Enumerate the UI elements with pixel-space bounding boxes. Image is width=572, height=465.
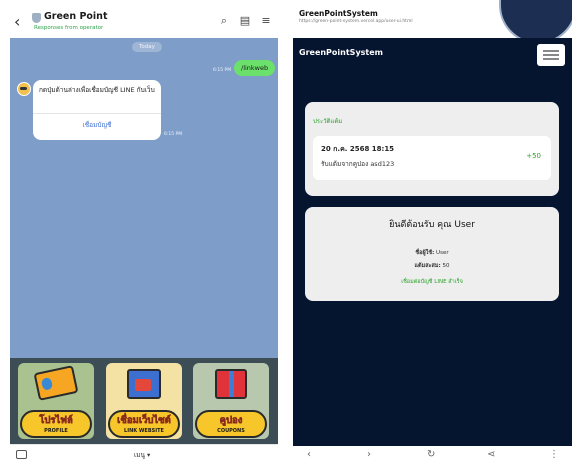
bot-avatar[interactable] — [17, 82, 31, 96]
rich-menu-profile[interactable]: โปรไฟล์ PROFILE — [18, 363, 94, 439]
shield-icon — [32, 13, 41, 23]
rich-menu-link-website[interactable]: เชื่อมเว็บไซต์ LINK WEBSITE — [106, 363, 182, 439]
link-website-label-th: เชื่อมเว็บไซต์ — [117, 415, 171, 427]
hamburger-menu-button[interactable] — [537, 44, 565, 66]
welcome-title: ยินดีต้อนรับ คุณ User — [389, 220, 475, 230]
chat-title: Green Point — [44, 11, 108, 22]
history-title: ประวัติแต้ม — [313, 118, 343, 125]
notes-icon[interactable]: ▤ — [239, 14, 251, 28]
profile-label-th: โปรไฟล์ — [39, 415, 73, 427]
share-icon[interactable]: ⋖ — [487, 449, 495, 460]
chat-header: ‹ Green Point Responses from operator ⌕ … — [10, 8, 278, 38]
welcome-card: ยินดีต้อนรับ คุณ User ชื่อผู้ใช้: User แ… — [305, 207, 559, 301]
forward-icon[interactable]: › — [367, 449, 371, 460]
username-value: User — [436, 250, 449, 256]
user-message-bubble[interactable]: /linkweb — [234, 60, 276, 76]
line-chat-screen: ‹ Green Point Responses from operator ⌕ … — [10, 0, 278, 465]
chat-footer: เมนู ▾ — [10, 444, 278, 465]
profile-label-en: PROFILE — [44, 428, 68, 434]
points-row: แต้มสะสม: 50 — [305, 262, 559, 270]
chat-area[interactable]: Today 6:15 PM /linkweb กดปุ่มด้านล่างเพื… — [10, 38, 278, 358]
history-date: 20 ก.ค. 2568 18:15 — [321, 145, 395, 153]
username-label: ชื่อผู้ใช้: — [415, 250, 435, 256]
bubble-divider — [33, 113, 161, 114]
browser-tab-title: GreenPointSystem — [299, 9, 378, 18]
user-message-time: 6:15 PM — [213, 68, 232, 73]
chat-subtitle: Responses from operator — [34, 25, 104, 31]
history-description: รับแต้มจากคูปอง asd123 — [321, 160, 395, 168]
website-link-icon — [127, 369, 161, 399]
browser-nav-bar: ‹ › ↻ ⋖ ⋮ — [293, 446, 572, 465]
web-page: GreenPointSystem ประวัติแต้ม 20 ก.ค. 256… — [293, 38, 572, 446]
link-website-label-en: LINK WEBSITE — [124, 428, 164, 434]
more-icon[interactable]: ⋮ — [549, 449, 559, 460]
reload-icon[interactable]: ↻ — [427, 449, 435, 460]
browser-url[interactable]: https://green-point-system.vercel.app/us… — [299, 19, 413, 24]
points-history-card: ประวัติแต้ม 20 ก.ค. 2568 18:15 รับแต้มจา… — [305, 102, 559, 196]
keyboard-icon[interactable] — [16, 450, 27, 459]
coupons-label-en: COUPONS — [217, 428, 245, 434]
search-icon[interactable]: ⌕ — [218, 14, 230, 28]
back-icon[interactable]: ‹ — [307, 449, 311, 460]
menu-toggle-button[interactable]: เมนู ▾ — [134, 450, 150, 460]
header-actions: ⌕ ▤ ≡ — [218, 14, 272, 28]
link-account-button[interactable]: เชื่อมบัญชี — [33, 120, 161, 130]
bot-message-text: กดปุ่มด้านล่างเพื่อเชื่อมบัญชี LINE กับเ… — [39, 86, 155, 94]
points-label: แต้มสะสม: — [414, 263, 441, 269]
rich-menu-label: โปรไฟล์ PROFILE — [20, 410, 92, 438]
menu-icon[interactable]: ≡ — [260, 14, 272, 28]
profile-card-icon — [33, 365, 79, 401]
date-divider: Today — [132, 42, 162, 52]
history-item: 20 ก.ค. 2568 18:15 รับแต้มจากคูปอง asd12… — [313, 136, 551, 180]
back-icon[interactable]: ‹ — [14, 12, 20, 31]
bot-message-time: 6:15 PM — [164, 132, 183, 137]
gift-icon — [215, 369, 247, 399]
coupons-label-th: คูปอง — [219, 415, 243, 427]
site-brand: GreenPointSystem — [299, 48, 384, 57]
history-points: +50 — [526, 152, 541, 160]
rich-menu: โปรไฟล์ PROFILE เชื่อมเว็บไซต์ LINK WEBS… — [10, 358, 278, 444]
bot-message-bubble: กดปุ่มด้านล่างเพื่อเชื่อมบัญชี LINE กับเ… — [33, 80, 161, 140]
line-linked-status: เชื่อมต่อบัญชี LINE สำเร็จ — [401, 279, 463, 285]
browser-screen: GreenPointSystem https://green-point-sys… — [293, 0, 572, 465]
rich-menu-label: เชื่อมเว็บไซต์ LINK WEBSITE — [108, 410, 180, 438]
rich-menu-label: คูปอง COUPONS — [195, 410, 267, 438]
rich-menu-coupons[interactable]: คูปอง COUPONS — [193, 363, 269, 439]
points-value: 50 — [442, 263, 450, 269]
username-row: ชื่อผู้ใช้: User — [305, 249, 559, 257]
